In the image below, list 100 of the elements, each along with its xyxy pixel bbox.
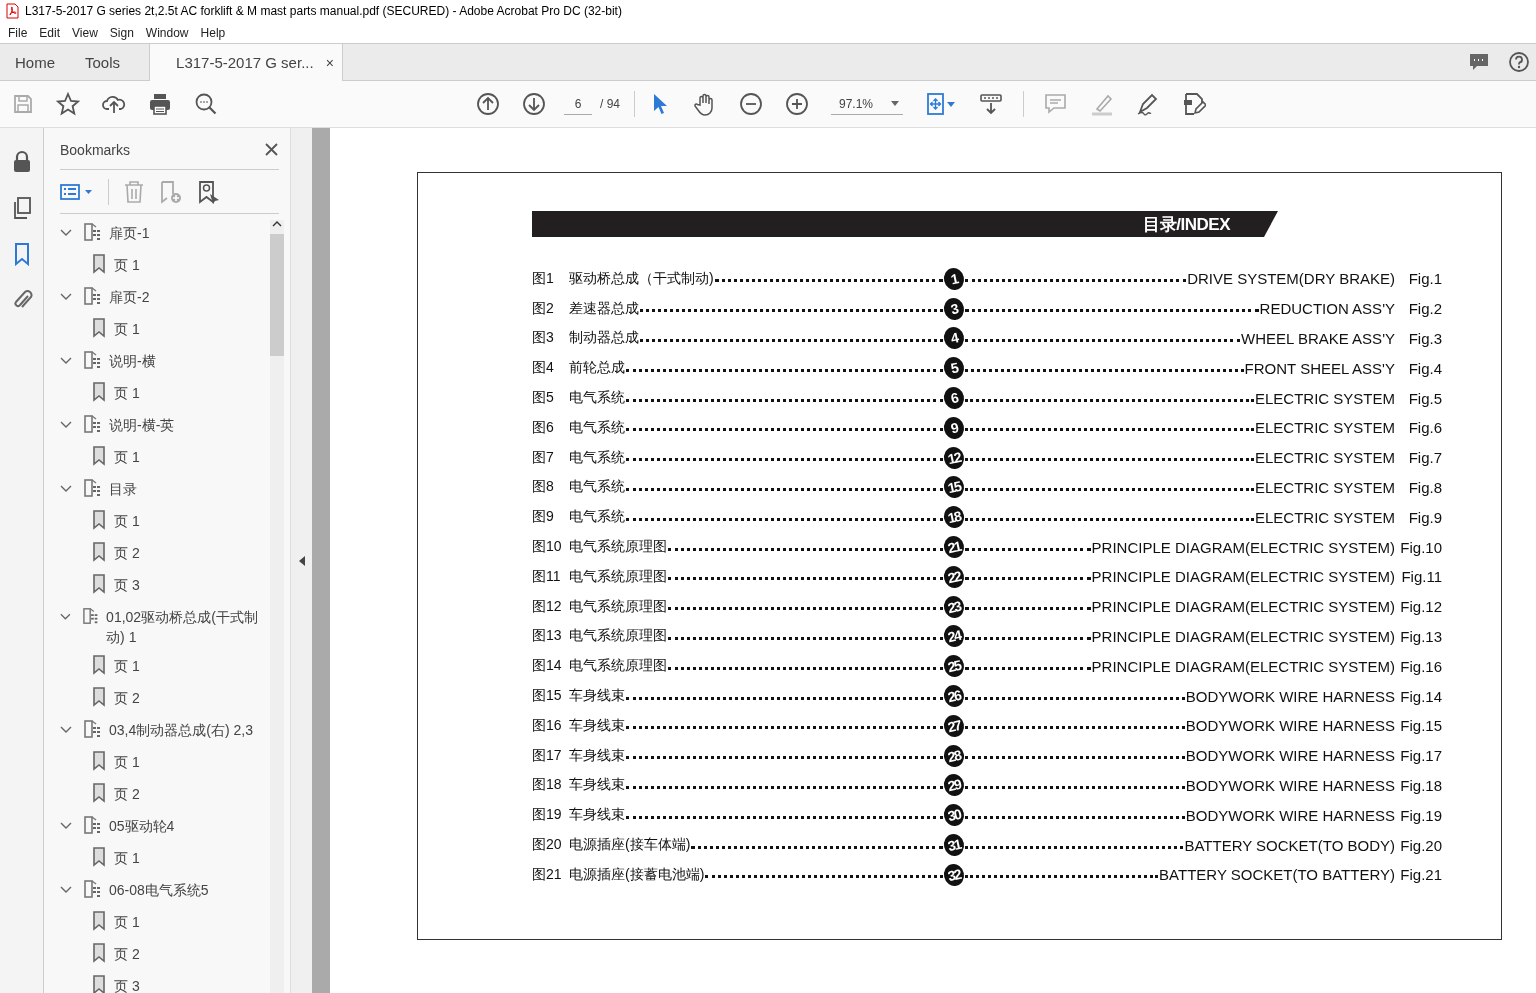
bookmark-icon [92,783,106,803]
english-title: PRINCIPLE DIAGRAM(ELECTRIC SYSTEM) [1091,598,1395,616]
chevron-down-icon[interactable] [60,611,71,623]
page-total: / 94 [600,97,620,111]
chinese-title: 电气系统原理图 [569,597,667,616]
bookmark-item[interactable]: 05驱动轮4 [109,815,175,836]
english-title: BODYWORK WIRE HARNESS [1185,776,1395,794]
tab[interactable]: L317-5-2017 G ser... × [149,44,343,81]
printer-icon[interactable] [148,92,172,116]
figure-number: 图9 [532,508,555,527]
scrollbar[interactable] [270,220,284,993]
tab[interactable]: Home [0,44,70,80]
scroll-mode-icon[interactable] [979,92,1004,116]
english-title: PRINCIPLE DIAGRAM(ELECTRIC SYSTEM) [1091,657,1395,675]
fit-page-icon[interactable] [925,92,958,116]
bookmark-item[interactable]: 页 2 [114,542,140,563]
scrollbar-thumb[interactable] [270,234,284,356]
bookmark-tree-icon [84,286,101,306]
bookmark-icon [92,382,106,402]
bookmark-search-icon[interactable] [197,179,221,204]
bookmark-tree-icon [84,414,101,434]
page-number-badge: 18 [941,504,967,531]
figure-number: 图11 [532,567,562,586]
english-title: WHEEL BRAKE ASS'Y [1240,330,1395,347]
bookmark-item[interactable]: 06-08电气系统5 [109,879,209,900]
bookmark-icon [92,911,106,931]
english-title: BODYWORK WIRE HARNESS [1185,717,1395,735]
figure-number: 图12 [532,597,563,616]
figure-number: 图7 [532,448,555,467]
figure-reference: Fig.13 [1399,627,1442,645]
zoom-in-icon[interactable] [785,92,809,116]
bookmark-item[interactable]: 页 1 [114,847,140,868]
chinese-title: 电气系统 [569,508,625,527]
bookmark-item[interactable]: 页 1 [114,318,140,339]
menu-item[interactable]: File [2,25,34,40]
bookmark-item[interactable]: 页 1 [114,510,140,531]
bookmark-item[interactable]: 页 3 [114,574,140,595]
figure-reference: Fig.6 [1407,419,1442,437]
menu-item[interactable]: Help [194,25,232,40]
bookmark-icon [92,574,106,594]
tab[interactable]: Tools [70,44,136,80]
english-title: ELECTRIC SYSTEM [1254,478,1395,496]
bookmark-icon [92,254,106,274]
menu-item[interactable]: Sign [103,25,140,40]
chinese-title: 电气系统 [569,418,625,437]
menu-item[interactable]: Window [139,25,195,40]
figure-number: 图3 [532,329,555,348]
bookmark-item[interactable]: 页 1 [114,751,140,772]
list-options-icon[interactable] [60,182,94,201]
bookmark-item[interactable]: 页 1 [114,655,140,676]
chinese-title: 电气系统原理图 [569,657,667,676]
bookmark-item[interactable]: 页 2 [114,687,140,708]
bookmark-item[interactable]: 扉页-1 [109,222,150,243]
collapse-arrow-icon[interactable] [298,555,305,566]
bookmark-item[interactable]: 页 3 [114,975,140,993]
figure-number: 图4 [532,359,555,378]
bookmark-icon [92,687,106,707]
zoom-search-icon[interactable] [194,92,218,116]
pdf-file-icon [5,3,19,19]
bookmark-item[interactable]: 页 1 [114,446,140,467]
english-title: PRINCIPLE DIAGRAM(ELECTRIC SYSTEM) [1091,568,1395,586]
star-icon[interactable] [56,92,80,116]
english-title: REDUCTION ASS'Y [1259,300,1395,318]
chinese-title: 电气系统 [569,478,625,497]
bookmark-item[interactable]: 页 2 [114,943,140,964]
close-icon[interactable] [264,142,279,157]
figure-number: 图10 [532,538,563,557]
close-icon[interactable]: × [325,54,334,71]
bookmark-item[interactable]: 说明-横-英 [109,414,175,435]
bookmark-item[interactable]: 页 1 [114,254,140,275]
menu-item[interactable]: Edit [33,25,67,40]
bookmark-item[interactable]: 扉页-2 [109,286,150,307]
bookmark-icon [92,446,106,466]
index-header-bar: 目录/INDEX [532,211,1278,237]
figure-number: 图5 [532,389,555,408]
bookmark-item[interactable]: 页 1 [114,911,140,932]
figure-reference: Fig.19 [1399,806,1442,824]
bookmark-icon [92,847,106,867]
bookmark-item[interactable]: 03,4制动器总成(右) 2,3 [109,719,253,740]
menu-item[interactable]: View [66,25,104,40]
figure-reference: Fig.3 [1407,330,1442,347]
edit-document-icon[interactable] [1182,92,1207,116]
bookmark-item[interactable]: 目录 [109,478,137,499]
figure-number: 图2 [532,299,555,318]
bookmark-item[interactable]: 说明-横 [109,350,156,371]
comment-icon[interactable] [1468,51,1490,73]
bookmark-item[interactable]: 页 2 [114,783,140,804]
bookmark-icon [92,975,106,993]
help-icon[interactable] [1508,51,1530,73]
bookmark-item[interactable]: 页 1 [114,382,140,403]
figure-number: 图6 [532,418,555,437]
scroll-up-icon[interactable] [272,220,282,228]
page-number-field[interactable]: 6 [564,93,592,115]
bookmark-item[interactable]: 01,02驱动桥总成(干式制动) 1 [106,606,270,647]
zoom-dropdown[interactable]: 97.1% [831,93,904,115]
figure-reference: Fig.10 [1399,538,1442,556]
figure-reference: Fig.4 [1407,359,1442,377]
chinese-title: 驱动桥总成（干式制动) [569,269,714,288]
bookmark-tree-icon [84,478,101,498]
zoom-out-icon[interactable] [739,92,763,116]
